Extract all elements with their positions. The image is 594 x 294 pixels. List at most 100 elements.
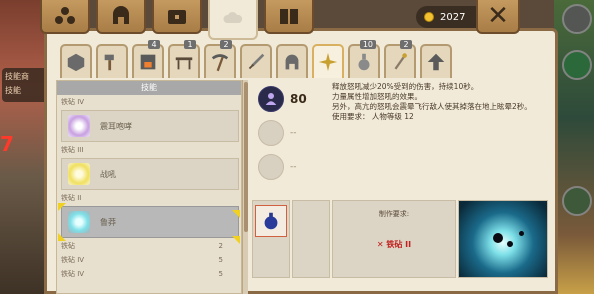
action-button[interactable] xyxy=(562,50,592,80)
cloud-icon xyxy=(223,12,243,23)
close-button[interactable]: ✕ xyxy=(476,0,520,34)
game-scene-right xyxy=(554,0,594,294)
category-tab-blocks[interactable] xyxy=(60,44,92,78)
scene-mark: 7 xyxy=(0,132,14,156)
people-icon xyxy=(55,7,75,24)
category-tab-upgrade[interactable] xyxy=(420,44,452,78)
selection-corner xyxy=(58,203,66,211)
description-line: 力量属性增加怒吼的效果。 xyxy=(332,92,422,101)
ingredient-slot[interactable] xyxy=(292,200,330,278)
preview-particle xyxy=(493,233,503,243)
bonus-placeholder: -- xyxy=(290,162,297,172)
bonus-row: 80 xyxy=(258,86,307,112)
category-tab-tools[interactable] xyxy=(96,44,128,78)
category-badge: 2 xyxy=(220,40,232,49)
guild-tab[interactable] xyxy=(40,0,90,34)
group-count: 2 xyxy=(218,242,223,250)
coin-icon xyxy=(424,12,434,22)
sword-icon xyxy=(248,53,265,70)
skill-name: 战吼 xyxy=(100,169,116,179)
table-icon xyxy=(175,57,193,70)
world-tab[interactable] xyxy=(208,0,258,40)
description-line: 使用要求： 人物等级 12 xyxy=(332,112,414,121)
list-item[interactable]: 战吼 xyxy=(61,158,239,190)
bonus-value: 80 xyxy=(290,92,307,106)
group-count: 5 xyxy=(218,256,223,264)
category-tab-wands[interactable]: 2 xyxy=(384,40,416,78)
chest-icon xyxy=(168,10,186,24)
group-label-text: 铁砧 IV xyxy=(61,270,85,278)
preview-particle xyxy=(519,231,524,236)
list-scrollbar[interactable] xyxy=(242,80,248,294)
skill-thumbnail xyxy=(68,115,90,137)
helmet-icon xyxy=(113,6,129,24)
skill-preview xyxy=(458,200,548,278)
bonus-row: -- xyxy=(258,120,297,146)
list-header: 技能 xyxy=(57,81,241,95)
wand-icon xyxy=(394,53,407,70)
group-label-text: 铁砧 xyxy=(61,242,75,250)
group-label: 铁砧 2 xyxy=(57,239,241,253)
category-tab-armor[interactable] xyxy=(276,44,308,78)
map-tab[interactable] xyxy=(264,0,314,34)
pickaxe-icon xyxy=(211,54,229,72)
strength-bonus-icon xyxy=(258,86,284,112)
category-tabs: 4 1 2 10 2 xyxy=(60,40,456,80)
category-badge: 10 xyxy=(359,40,376,49)
empty-bonus-icon xyxy=(258,120,284,146)
selection-corner xyxy=(232,210,240,218)
book-icon xyxy=(280,9,298,24)
shop-sign-line: 技能商 xyxy=(5,72,29,81)
group-label: 铁砧 IV xyxy=(61,98,85,106)
cube-icon xyxy=(67,53,85,72)
sparkle-icon xyxy=(318,52,338,72)
category-badge: 4 xyxy=(148,40,160,49)
armor-tab[interactable] xyxy=(96,0,146,34)
category-tab-potions[interactable]: 10 xyxy=(348,40,380,78)
furnace-icon xyxy=(140,54,156,70)
shop-sign-line: 技能 xyxy=(5,86,21,95)
group-label: 铁砧 III xyxy=(61,146,84,154)
skill-thumbnail xyxy=(68,211,90,233)
preview-particle xyxy=(507,241,513,247)
group-label: 铁砧 II xyxy=(61,194,82,202)
list-item[interactable]: 震耳咆哮 xyxy=(61,110,239,142)
action-button-b[interactable] xyxy=(562,186,592,216)
skill-detail: 80 -- -- 释放怒吼减少20%受到的伤害，持续10秒。 力量属性增加怒吼的… xyxy=(252,80,554,294)
list-item-selected[interactable]: 鲁莽 xyxy=(58,203,239,241)
shop-sign: 技能商 技能 xyxy=(2,68,48,102)
bonus-row: -- xyxy=(258,154,297,180)
description-line: 释放怒吼减少20%受到的伤害，持续10秒。 xyxy=(332,82,479,91)
category-badge: 2 xyxy=(400,40,412,49)
potion-icon xyxy=(358,53,370,71)
ingredient-slot[interactable] xyxy=(252,200,290,278)
chest-tab[interactable] xyxy=(152,0,202,34)
skill-name: 鲁莽 xyxy=(100,217,116,227)
menu-button[interactable] xyxy=(562,4,592,34)
crafting-row: 制作要求: ✕ 铁砧 II xyxy=(252,200,554,280)
description-line: 另外，高亢的怒吼会震晕飞行敌人使其掉落在地上眩晕2秒。 xyxy=(332,102,532,111)
category-tab-furnace[interactable]: 4 xyxy=(132,40,164,78)
scrollbar-thumb[interactable] xyxy=(244,82,248,232)
requirement-box: 制作要求: ✕ 铁砧 II xyxy=(332,200,456,278)
group-label-text: 铁砧 IV xyxy=(61,256,85,264)
skill-thumbnail xyxy=(68,163,90,185)
empty-bonus-icon xyxy=(258,154,284,180)
group-count: 5 xyxy=(218,270,223,278)
skill-name: 震耳咆哮 xyxy=(100,121,132,131)
helmet-icon xyxy=(285,54,299,70)
group-label: 铁砧 IV 5 xyxy=(57,267,241,281)
category-tab-table[interactable]: 1 xyxy=(168,40,200,78)
group-label: 铁砧 IV 5 xyxy=(57,253,241,267)
category-tab-skills[interactable] xyxy=(312,44,344,78)
skill-list: 技能 铁砧 IV 震耳咆哮 铁砧 III 战吼 铁砧 II 鲁莽 铁砧 2 铁砧… xyxy=(56,80,242,294)
requirement-title: 制作要求: xyxy=(378,210,410,218)
coin-amount: 2027 xyxy=(440,11,466,23)
skill-description: 释放怒吼减少20%受到的伤害，持续10秒。 力量属性增加怒吼的效果。 另外，高亢… xyxy=(332,82,552,122)
category-tab-pickaxe[interactable]: 2 xyxy=(204,40,236,78)
category-badge: 1 xyxy=(184,40,196,49)
bonus-placeholder: -- xyxy=(290,128,297,138)
requirement-item: ✕ 铁砧 II xyxy=(376,240,412,249)
category-tab-weapons[interactable] xyxy=(240,44,272,78)
hammer-icon xyxy=(104,54,114,71)
